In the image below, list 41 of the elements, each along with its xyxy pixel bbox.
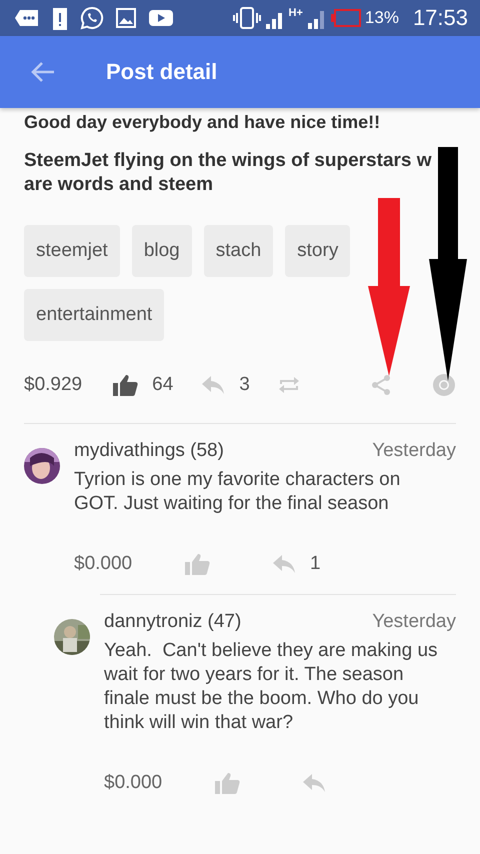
post-text: Good day everybody and have nice time!! [24,112,382,133]
play-icon [148,8,174,28]
chat-icon [80,6,104,30]
payout-amount: $0.929 [24,374,82,396]
browser-icon[interactable] [432,373,456,397]
vibrate-icon [232,6,261,30]
reply-icon[interactable] [201,375,226,395]
comment-text: Yeah. Can't believe they are making us wait for two years for it. The season finale must be the boom. Who do you think will win that war? [104,639,439,735]
thumbs-up-icon[interactable] [214,772,240,794]
clock: 17:53 [412,5,468,31]
tag-chip[interactable]: blog [132,225,192,277]
vote-count: 64 [152,374,174,396]
payout-amount: $0.000 [74,553,134,575]
reply-count: 3 [239,374,250,396]
share-icon[interactable] [370,374,392,396]
payout-amount: $0.000 [104,772,164,794]
network-type: H+ [288,7,303,19]
screen-title: Post detail [106,59,218,85]
image-icon [116,8,136,28]
tag-chip[interactable]: entertainment [24,289,164,341]
repeat-icon[interactable] [278,375,300,395]
comment-author[interactable]: dannytroniz (47) [104,611,242,633]
comment-time: Yesterday [372,611,456,633]
reply-count: 1 [310,553,321,575]
back-arrow-icon [30,61,56,83]
comment-text: Tyrion is one my favorite characters on GOT. Just waiting for the final season [74,468,402,516]
comment-author[interactable]: mydivathings (58) [74,440,224,462]
tag-chip[interactable]: steemjet [24,225,120,277]
alert-battery-icon [52,6,68,30]
thumbs-up-icon[interactable] [112,374,138,396]
comment-time: Yesterday [372,440,456,462]
tag-chip[interactable]: stach [204,225,274,277]
tag-chip[interactable]: story [285,225,350,277]
message-icon [14,8,40,28]
reply-icon[interactable] [302,773,326,793]
post-heading: SteemJet flying on the wings of superstars w [24,149,433,173]
battery-percent: 13% [364,8,399,28]
reply-icon[interactable] [272,554,296,574]
thumbs-up-icon[interactable] [184,553,210,575]
post-heading: are words and steem [24,173,214,197]
battery-icon [330,9,361,27]
